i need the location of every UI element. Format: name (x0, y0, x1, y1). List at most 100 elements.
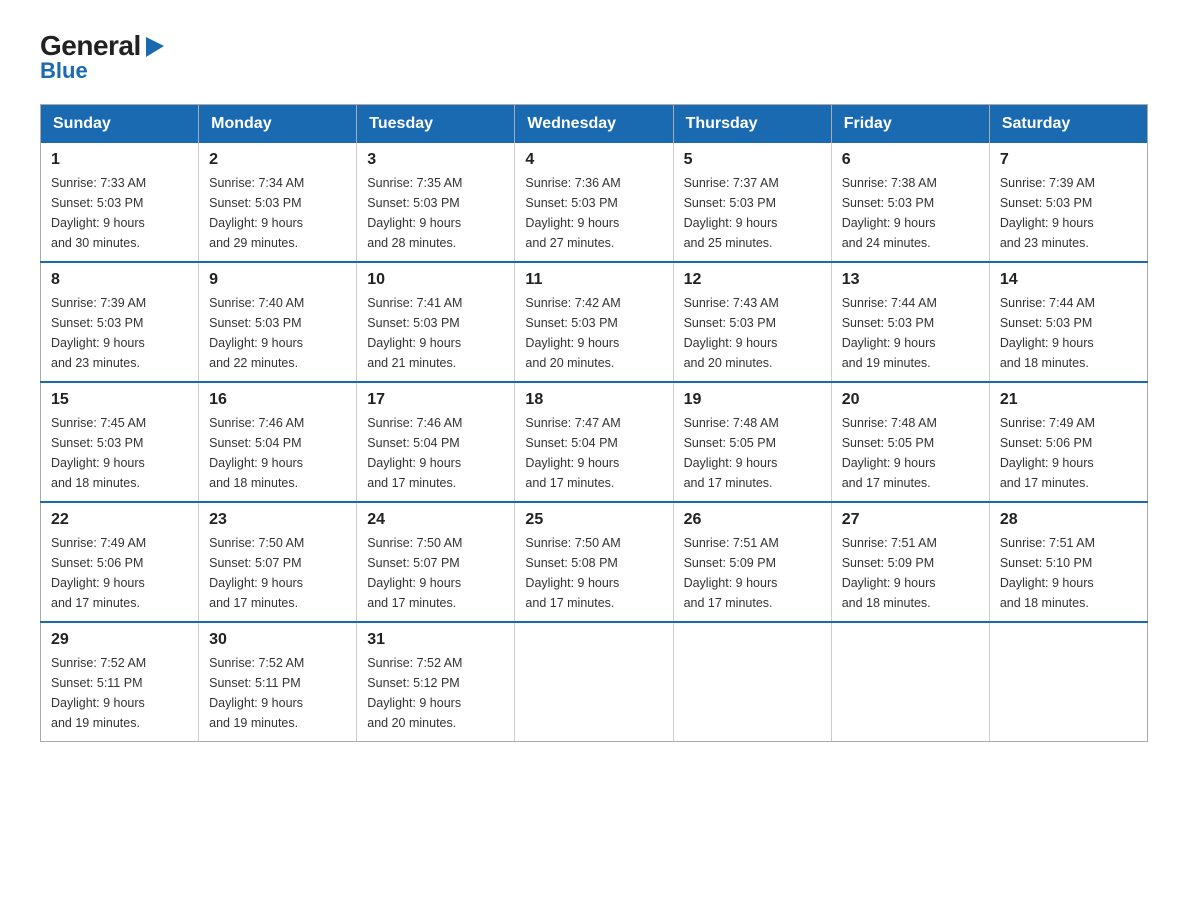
day-info: Sunrise: 7:51 AM Sunset: 5:09 PM Dayligh… (684, 533, 821, 613)
calendar-body: 1 Sunrise: 7:33 AM Sunset: 5:03 PM Dayli… (41, 143, 1148, 742)
calendar-day-cell: 3 Sunrise: 7:35 AM Sunset: 5:03 PM Dayli… (357, 143, 515, 262)
header-monday: Monday (199, 105, 357, 144)
day-number: 26 (684, 511, 821, 529)
calendar-day-cell: 12 Sunrise: 7:43 AM Sunset: 5:03 PM Dayl… (673, 262, 831, 382)
day-info: Sunrise: 7:50 AM Sunset: 5:07 PM Dayligh… (209, 533, 346, 613)
header-sunday: Sunday (41, 105, 199, 144)
day-number: 18 (525, 391, 662, 409)
calendar-day-cell (831, 622, 989, 742)
calendar-day-cell: 13 Sunrise: 7:44 AM Sunset: 5:03 PM Dayl… (831, 262, 989, 382)
day-number: 21 (1000, 391, 1137, 409)
day-info: Sunrise: 7:52 AM Sunset: 5:11 PM Dayligh… (209, 653, 346, 733)
calendar-header: SundayMondayTuesdayWednesdayThursdayFrid… (41, 105, 1148, 144)
calendar-day-cell: 23 Sunrise: 7:50 AM Sunset: 5:07 PM Dayl… (199, 502, 357, 622)
day-number: 20 (842, 391, 979, 409)
day-number: 8 (51, 271, 188, 289)
calendar-day-cell: 17 Sunrise: 7:46 AM Sunset: 5:04 PM Dayl… (357, 382, 515, 502)
day-number: 9 (209, 271, 346, 289)
calendar-day-cell: 19 Sunrise: 7:48 AM Sunset: 5:05 PM Dayl… (673, 382, 831, 502)
day-number: 25 (525, 511, 662, 529)
day-number: 23 (209, 511, 346, 529)
day-info: Sunrise: 7:42 AM Sunset: 5:03 PM Dayligh… (525, 293, 662, 373)
calendar-day-cell: 8 Sunrise: 7:39 AM Sunset: 5:03 PM Dayli… (41, 262, 199, 382)
day-info: Sunrise: 7:52 AM Sunset: 5:11 PM Dayligh… (51, 653, 188, 733)
calendar-day-cell: 21 Sunrise: 7:49 AM Sunset: 5:06 PM Dayl… (989, 382, 1147, 502)
day-info: Sunrise: 7:41 AM Sunset: 5:03 PM Dayligh… (367, 293, 504, 373)
calendar-day-cell: 20 Sunrise: 7:48 AM Sunset: 5:05 PM Dayl… (831, 382, 989, 502)
day-info: Sunrise: 7:37 AM Sunset: 5:03 PM Dayligh… (684, 173, 821, 253)
calendar-day-cell: 9 Sunrise: 7:40 AM Sunset: 5:03 PM Dayli… (199, 262, 357, 382)
calendar-day-cell: 31 Sunrise: 7:52 AM Sunset: 5:12 PM Dayl… (357, 622, 515, 742)
day-number: 7 (1000, 151, 1137, 169)
day-info: Sunrise: 7:46 AM Sunset: 5:04 PM Dayligh… (367, 413, 504, 493)
calendar-day-cell (989, 622, 1147, 742)
day-info: Sunrise: 7:51 AM Sunset: 5:10 PM Dayligh… (1000, 533, 1137, 613)
calendar-day-cell: 1 Sunrise: 7:33 AM Sunset: 5:03 PM Dayli… (41, 143, 199, 262)
day-number: 31 (367, 631, 504, 649)
day-info: Sunrise: 7:44 AM Sunset: 5:03 PM Dayligh… (1000, 293, 1137, 373)
day-number: 6 (842, 151, 979, 169)
day-number: 27 (842, 511, 979, 529)
day-number: 3 (367, 151, 504, 169)
day-info: Sunrise: 7:38 AM Sunset: 5:03 PM Dayligh… (842, 173, 979, 253)
day-number: 16 (209, 391, 346, 409)
calendar-day-cell: 15 Sunrise: 7:45 AM Sunset: 5:03 PM Dayl… (41, 382, 199, 502)
day-info: Sunrise: 7:44 AM Sunset: 5:03 PM Dayligh… (842, 293, 979, 373)
day-info: Sunrise: 7:47 AM Sunset: 5:04 PM Dayligh… (525, 413, 662, 493)
calendar-day-cell (515, 622, 673, 742)
calendar-day-cell: 7 Sunrise: 7:39 AM Sunset: 5:03 PM Dayli… (989, 143, 1147, 262)
day-info: Sunrise: 7:45 AM Sunset: 5:03 PM Dayligh… (51, 413, 188, 493)
day-info: Sunrise: 7:43 AM Sunset: 5:03 PM Dayligh… (684, 293, 821, 373)
header-thursday: Thursday (673, 105, 831, 144)
header-saturday: Saturday (989, 105, 1147, 144)
day-number: 30 (209, 631, 346, 649)
day-number: 2 (209, 151, 346, 169)
calendar-day-cell: 4 Sunrise: 7:36 AM Sunset: 5:03 PM Dayli… (515, 143, 673, 262)
day-number: 11 (525, 271, 662, 289)
day-number: 13 (842, 271, 979, 289)
day-info: Sunrise: 7:46 AM Sunset: 5:04 PM Dayligh… (209, 413, 346, 493)
header-tuesday: Tuesday (357, 105, 515, 144)
logo-arrow-icon (144, 35, 166, 57)
header-row: SundayMondayTuesdayWednesdayThursdayFrid… (41, 105, 1148, 144)
day-number: 14 (1000, 271, 1137, 289)
calendar-day-cell: 28 Sunrise: 7:51 AM Sunset: 5:10 PM Dayl… (989, 502, 1147, 622)
calendar-day-cell (673, 622, 831, 742)
week-row-4: 22 Sunrise: 7:49 AM Sunset: 5:06 PM Dayl… (41, 502, 1148, 622)
week-row-1: 1 Sunrise: 7:33 AM Sunset: 5:03 PM Dayli… (41, 143, 1148, 262)
calendar-day-cell: 29 Sunrise: 7:52 AM Sunset: 5:11 PM Dayl… (41, 622, 199, 742)
day-number: 19 (684, 391, 821, 409)
day-number: 12 (684, 271, 821, 289)
day-number: 24 (367, 511, 504, 529)
day-info: Sunrise: 7:51 AM Sunset: 5:09 PM Dayligh… (842, 533, 979, 613)
day-info: Sunrise: 7:49 AM Sunset: 5:06 PM Dayligh… (1000, 413, 1137, 493)
calendar-day-cell: 24 Sunrise: 7:50 AM Sunset: 5:07 PM Dayl… (357, 502, 515, 622)
calendar-day-cell: 25 Sunrise: 7:50 AM Sunset: 5:08 PM Dayl… (515, 502, 673, 622)
logo-blue-text: Blue (40, 58, 88, 84)
day-info: Sunrise: 7:48 AM Sunset: 5:05 PM Dayligh… (684, 413, 821, 493)
week-row-3: 15 Sunrise: 7:45 AM Sunset: 5:03 PM Dayl… (41, 382, 1148, 502)
header-friday: Friday (831, 105, 989, 144)
calendar-day-cell: 18 Sunrise: 7:47 AM Sunset: 5:04 PM Dayl… (515, 382, 673, 502)
day-info: Sunrise: 7:36 AM Sunset: 5:03 PM Dayligh… (525, 173, 662, 253)
day-info: Sunrise: 7:39 AM Sunset: 5:03 PM Dayligh… (1000, 173, 1137, 253)
day-info: Sunrise: 7:39 AM Sunset: 5:03 PM Dayligh… (51, 293, 188, 373)
day-number: 4 (525, 151, 662, 169)
day-number: 15 (51, 391, 188, 409)
calendar-day-cell: 16 Sunrise: 7:46 AM Sunset: 5:04 PM Dayl… (199, 382, 357, 502)
calendar-day-cell: 10 Sunrise: 7:41 AM Sunset: 5:03 PM Dayl… (357, 262, 515, 382)
day-number: 5 (684, 151, 821, 169)
day-number: 29 (51, 631, 188, 649)
day-info: Sunrise: 7:52 AM Sunset: 5:12 PM Dayligh… (367, 653, 504, 733)
day-info: Sunrise: 7:49 AM Sunset: 5:06 PM Dayligh… (51, 533, 188, 613)
calendar-day-cell: 5 Sunrise: 7:37 AM Sunset: 5:03 PM Dayli… (673, 143, 831, 262)
week-row-5: 29 Sunrise: 7:52 AM Sunset: 5:11 PM Dayl… (41, 622, 1148, 742)
day-number: 10 (367, 271, 504, 289)
calendar-day-cell: 14 Sunrise: 7:44 AM Sunset: 5:03 PM Dayl… (989, 262, 1147, 382)
calendar-day-cell: 22 Sunrise: 7:49 AM Sunset: 5:06 PM Dayl… (41, 502, 199, 622)
day-number: 1 (51, 151, 188, 169)
day-info: Sunrise: 7:34 AM Sunset: 5:03 PM Dayligh… (209, 173, 346, 253)
day-number: 28 (1000, 511, 1137, 529)
day-info: Sunrise: 7:40 AM Sunset: 5:03 PM Dayligh… (209, 293, 346, 373)
header-wednesday: Wednesday (515, 105, 673, 144)
